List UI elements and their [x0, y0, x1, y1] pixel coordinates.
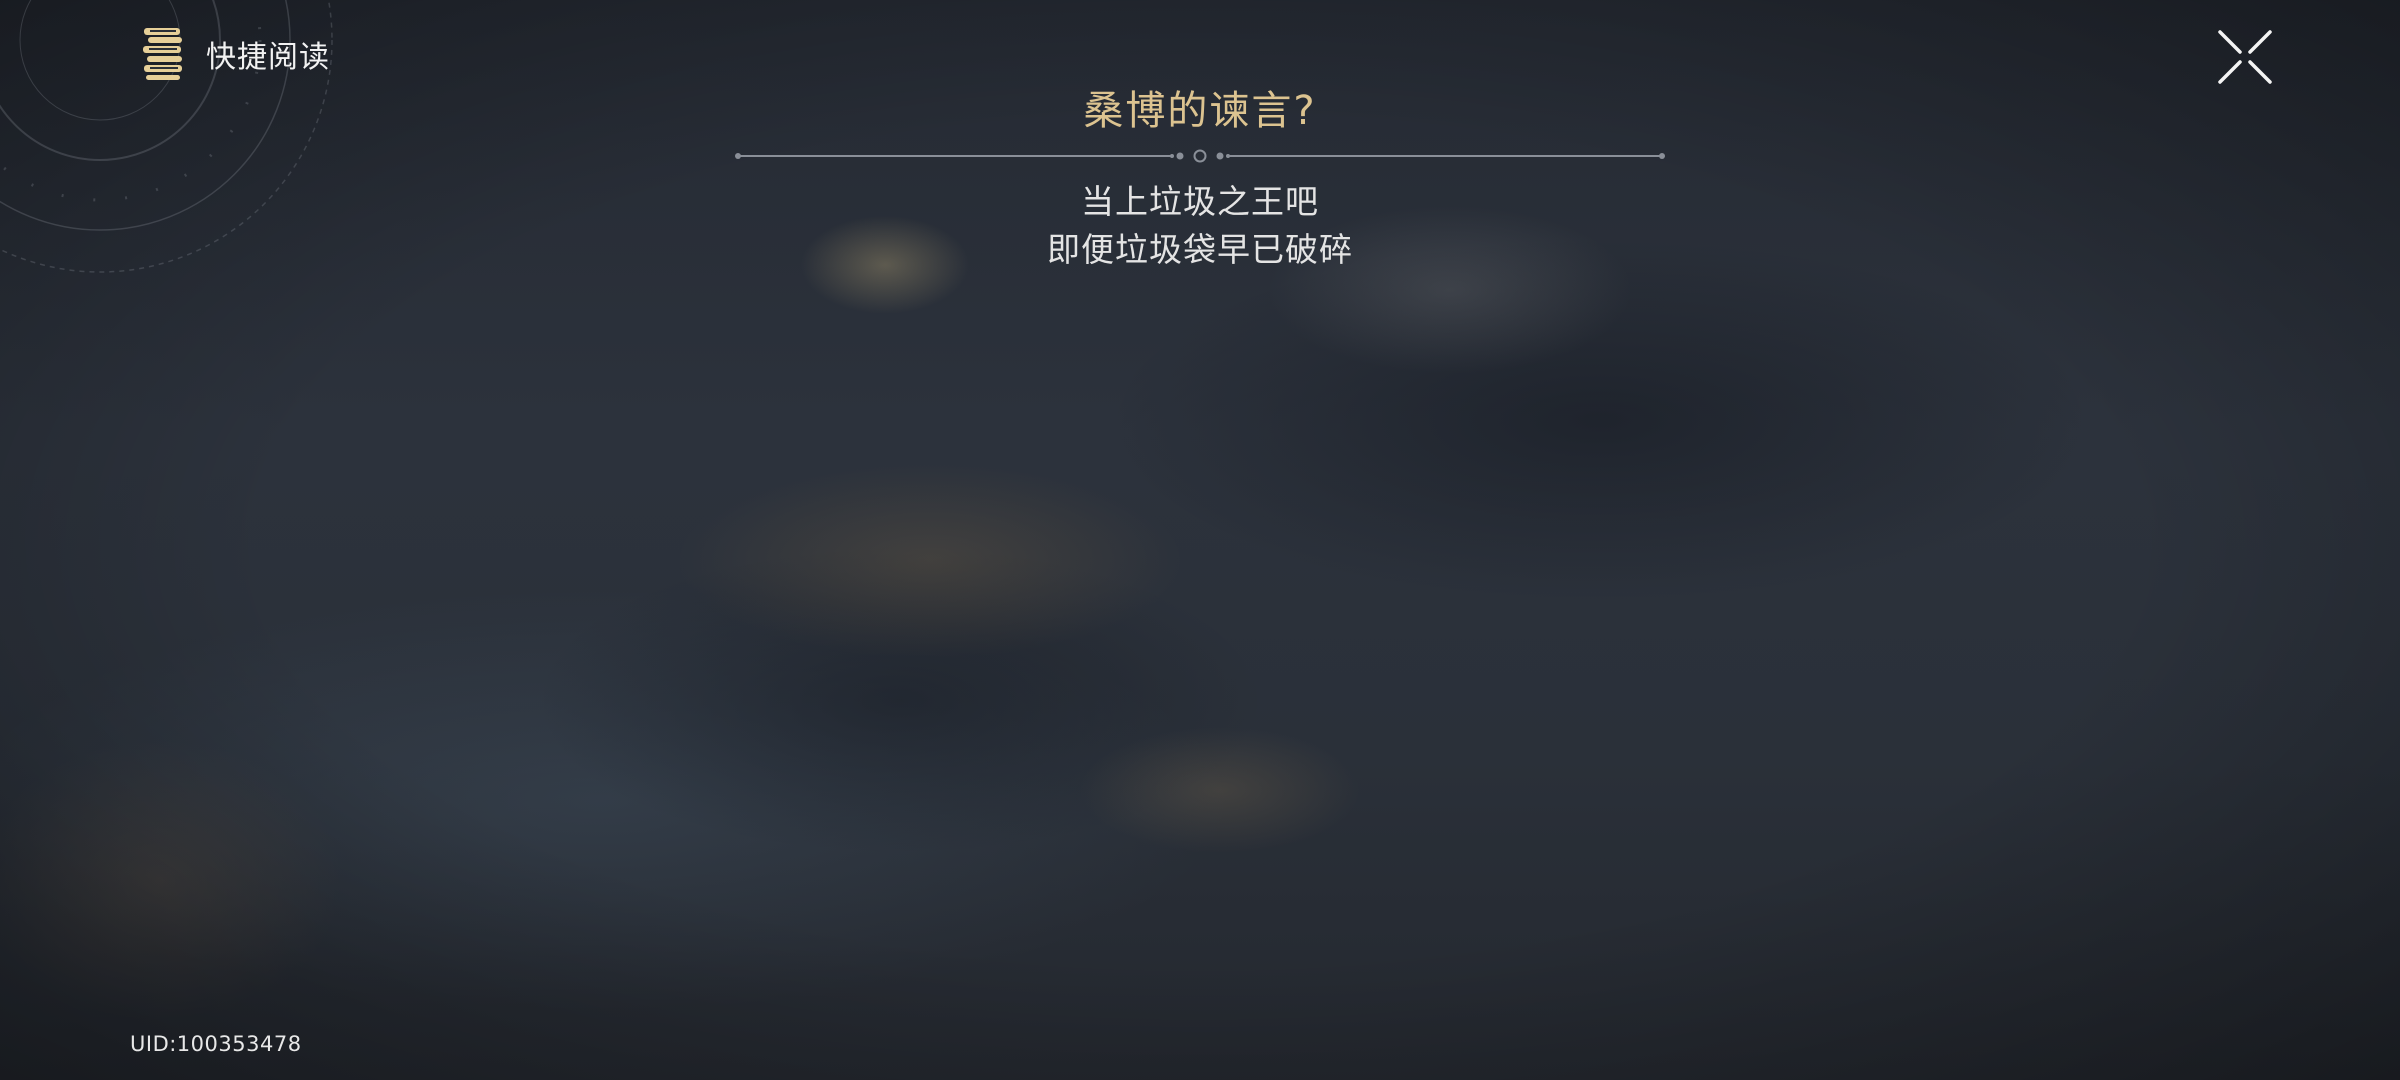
reading-title: 桑博的谏言?	[1083, 88, 1317, 134]
quick-read-label: 快捷阅读	[206, 40, 330, 75]
book-stack-icon	[143, 28, 182, 80]
reading-line-2: 即便垃圾袋早已破碎	[1047, 230, 1353, 269]
reading-body: 当上垃圾之王吧 即便垃圾袋早已破碎	[0, 178, 2400, 274]
quick-read-button[interactable]: 快捷阅读	[140, 24, 330, 84]
uid-label: UID:100353478	[130, 1032, 302, 1056]
reading-line-1: 当上垃圾之王吧	[1081, 182, 1319, 221]
reading-screen: 快捷阅读 桑博的谏言? 当上垃圾之王吧 即便垃圾袋早已破碎 UID:100353…	[0, 0, 2400, 1080]
ornamental-divider	[735, 149, 1665, 163]
